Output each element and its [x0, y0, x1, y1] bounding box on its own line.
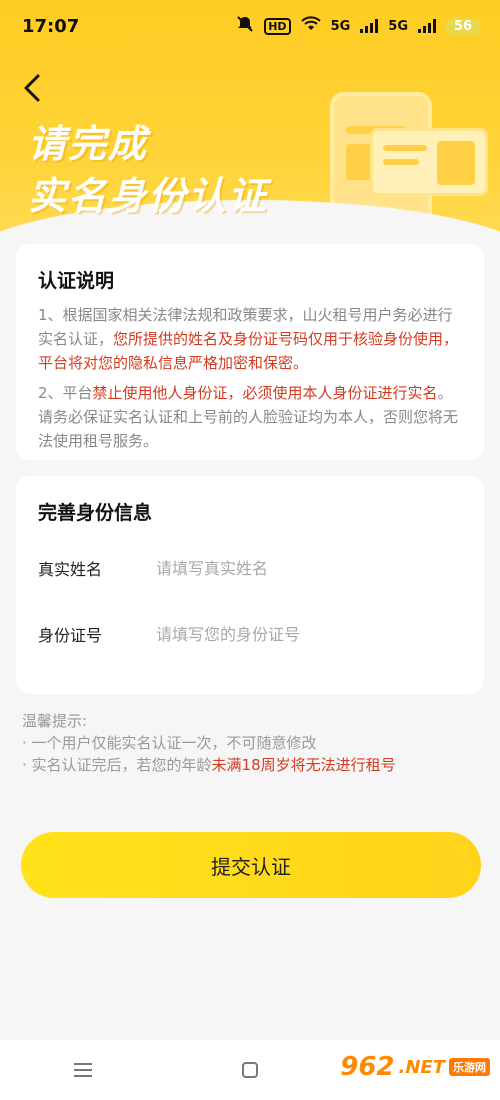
- notice-paragraph-2: 2、平台禁止使用他人身份证，必须使用本人身份证进行实名。请务必保证实名认证和上号…: [38, 381, 462, 453]
- mute-icon: [236, 15, 254, 37]
- watermark-brand: 962: [340, 1052, 395, 1082]
- submit-verification-button[interactable]: 提交认证: [21, 832, 481, 898]
- id-label: 身份证号: [38, 626, 103, 645]
- name-label: 真实姓名: [38, 560, 103, 579]
- status-time: 17:07: [22, 15, 80, 37]
- signal-icon: [360, 19, 379, 33]
- hero-title: 请完成 实名身份认证: [28, 118, 268, 222]
- watermark-suffix: .NET: [398, 1056, 445, 1078]
- tips-line-2-text: · 实名认证完后，若您的年龄: [22, 756, 212, 774]
- status-bar: 17:07 HD 5G 5G 56: [0, 0, 500, 52]
- name-row: 真实姓名: [38, 535, 462, 601]
- menu-icon: [74, 1063, 93, 1077]
- notice-p2-highlight: 禁止使用他人身份证，必须使用本人身份证进行实名: [92, 384, 438, 402]
- tips-line-2-highlight: 未满18周岁将无法进行租号: [211, 756, 396, 774]
- network-5g-label-2: 5G: [388, 18, 408, 34]
- id-number-input[interactable]: [156, 624, 462, 644]
- hd-icon: HD: [264, 17, 291, 35]
- site-watermark: 962 .NET 乐游网: [340, 1052, 490, 1082]
- wifi-icon: [300, 16, 321, 36]
- id-row: 身份证号: [38, 601, 462, 667]
- notice-p2-text-a: 2、平台: [38, 384, 93, 402]
- chevron-left-icon: [24, 74, 40, 102]
- battery-indicator: 56: [446, 17, 480, 35]
- tips-line-1: · 一个用户仅能实名认证一次，不可随意修改: [22, 734, 317, 752]
- hero-title-line1: 请完成: [28, 122, 149, 166]
- back-button[interactable]: [14, 70, 50, 106]
- signal-icon-2: [418, 19, 436, 33]
- notice-paragraph-1: 1、根据国家相关法律法规和政策要求，山火租号用户务必进行实名认证，您所提供的姓名…: [38, 303, 462, 375]
- home-button[interactable]: [230, 1050, 270, 1090]
- network-5g-label: 5G: [330, 18, 351, 34]
- tips-line-2: · 实名认证完后，若您的年龄未满18周岁将无法进行租号: [22, 754, 396, 776]
- identity-form-card: 完善身份信息 真实姓名 身份证号: [16, 476, 484, 694]
- tips-heading: 温馨提示:: [22, 712, 88, 730]
- real-name-input[interactable]: [156, 558, 462, 578]
- id-card-illustration: [370, 128, 488, 196]
- home-square-icon: [241, 1062, 258, 1078]
- watermark-sub: 乐游网: [449, 1058, 490, 1076]
- form-title: 完善身份信息: [38, 502, 153, 524]
- tips-section: 温馨提示: · 一个用户仅能实名认证一次，不可随意修改 · 实名认证完后，若您的…: [22, 710, 396, 776]
- menu-button[interactable]: [63, 1050, 103, 1090]
- notice-card: 认证说明 1、根据国家相关法律法规和政策要求，山火租号用户务必进行实名认证，您所…: [16, 244, 484, 460]
- hero-title-line2: 实名身份认证: [28, 174, 269, 218]
- status-icons: HD 5G 5G 56: [236, 15, 480, 37]
- notice-title: 认证说明: [38, 270, 115, 292]
